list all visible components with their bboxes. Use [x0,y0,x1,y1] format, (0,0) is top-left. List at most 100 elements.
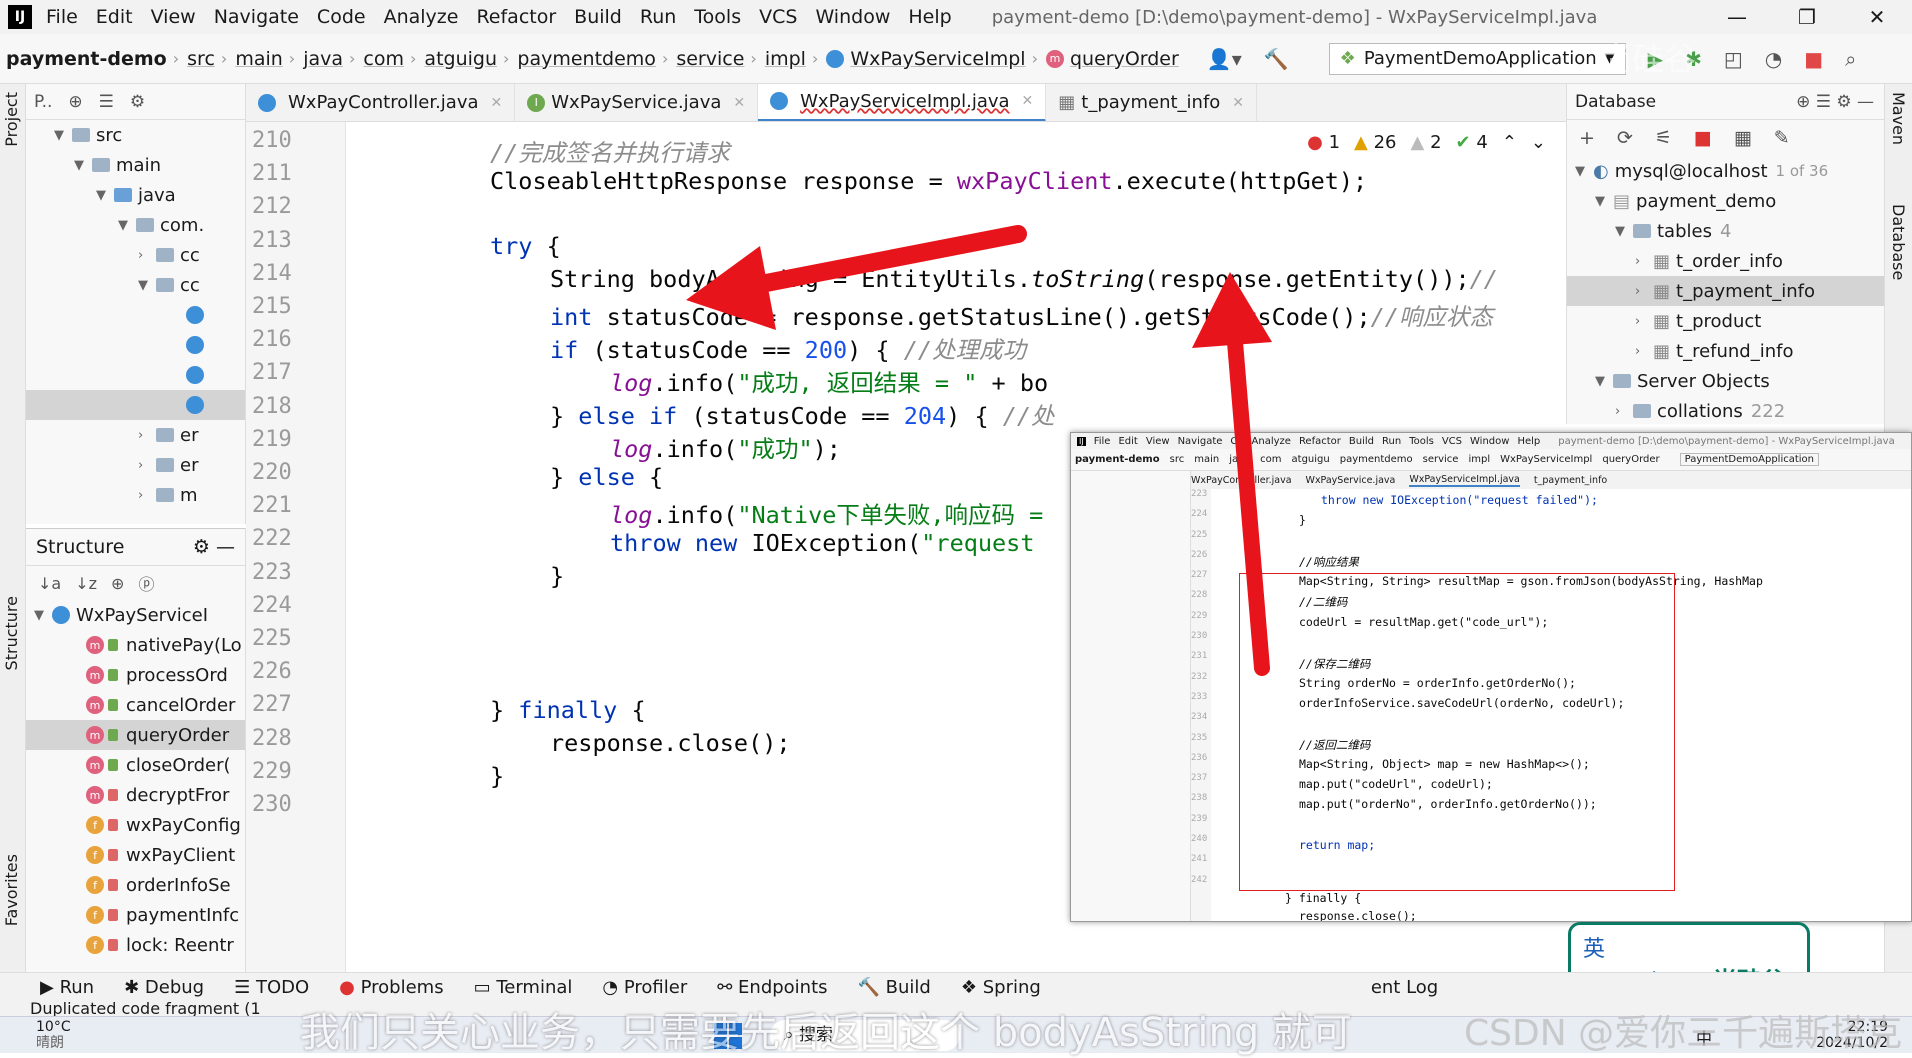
sort-alpha-icon[interactable]: ↓a [38,574,61,593]
problems-tool-button[interactable]: ● Problems [339,977,443,998]
minimize-icon[interactable]: — [1702,0,1772,34]
tree-item[interactable]: › cc [26,240,245,270]
show-inherited-icon[interactable]: ⊕ [111,574,124,593]
globe-icon[interactable]: ⊕ [68,92,82,112]
weather-widget[interactable]: 10°C 晴朗 [36,1019,71,1051]
favorites-tool-button[interactable]: Favorites [2,854,21,926]
build-tool-button[interactable]: 🔨 Build [858,977,931,998]
tab-wxpayservice[interactable]: I WxPayService.java ✕ [515,84,759,121]
breadcrumb-paymentdemo[interactable]: paymentdemo [517,48,656,70]
structure-root[interactable]: ▼ WxPayServiceI [26,600,245,630]
breadcrumb-src[interactable]: src [187,48,215,70]
tree-item[interactable]: › m [26,480,245,510]
terminal-tool-button[interactable]: ▭ Terminal [474,977,573,998]
db-server-objects[interactable]: ▼ Server Objects [1567,366,1884,396]
structure-item[interactable]: m decryptFror [26,780,245,810]
tab-wxpayserviceimpl[interactable]: WxPayServiceImpl.java ✕ [758,84,1047,121]
tree-item[interactable]: › er [26,450,245,480]
tree-item[interactable]: › er [26,420,245,450]
close-tab-icon[interactable]: ✕ [1022,93,1034,109]
show-properties-icon[interactable]: ⓟ [138,571,154,595]
chevron-up-icon[interactable]: ⌃ [1502,132,1517,153]
database-settings-icon[interactable]: ⊕ ☰ ⚙ — [1796,92,1874,112]
structure-item[interactable]: f lock: Reentr [26,930,245,960]
structure-item[interactable]: f wxPayConfig [26,810,245,840]
tab-wxpaycontroller[interactable]: WxPayController.java ✕ [246,84,516,121]
breadcrumb-atguigu[interactable]: atguigu [424,48,497,70]
close-icon[interactable]: ✕ [1842,0,1912,34]
tab-t-payment-info[interactable]: ▦ t_payment_info ✕ [1046,84,1258,121]
maven-tool-button[interactable]: Maven [1889,92,1908,145]
debug-tool-button[interactable]: ✱ Debug [124,977,204,998]
search-icon[interactable]: ⌕ [1845,47,1856,71]
project-view-select[interactable]: P.. [34,92,52,112]
breadcrumb-class[interactable]: WxPayServiceImpl [850,48,1025,70]
db-table-item-selected[interactable]: › ▦ t_payment_info [1567,276,1884,306]
breadcrumb-com[interactable]: com [363,48,404,70]
close-tab-icon[interactable]: ✕ [1232,95,1244,111]
structure-item[interactable]: m nativePay(Lo [26,630,245,660]
tree-item[interactable]: ▼ src [26,120,245,150]
database-tool-button[interactable]: Database [1889,204,1908,280]
menu-help[interactable]: Help [908,6,951,28]
menu-navigate[interactable]: Navigate [214,6,299,28]
tree-item[interactable]: ▼ java [26,180,245,210]
edit-icon[interactable]: ✎ [1774,127,1790,149]
structure-tool-button[interactable]: Structure [2,596,21,670]
tree-item[interactable] [26,360,245,390]
menu-view[interactable]: View [151,6,196,28]
endpoints-tool-button[interactable]: ⚯ Endpoints [717,977,827,998]
breadcrumb-project[interactable]: payment-demo [6,48,167,70]
user-icon[interactable]: 👤▾ [1207,47,1242,71]
schema-icon[interactable]: ⚟ [1655,127,1672,149]
db-table-item[interactable]: › ▦ t_refund_info [1567,336,1884,366]
sort-visibility-icon[interactable]: ↓z [75,574,97,593]
menu-run[interactable]: Run [640,6,676,28]
structure-item[interactable]: m cancelOrder [26,690,245,720]
close-tab-icon[interactable]: ✕ [733,95,745,111]
structure-settings-icon[interactable]: ⚙ — [193,536,235,558]
menu-build[interactable]: Build [574,6,622,28]
menu-vcs[interactable]: VCS [759,6,797,28]
tree-item[interactable]: ▼ com. [26,210,245,240]
tree-item-selected[interactable] [26,390,245,420]
table-view-icon[interactable]: ▦ [1734,127,1752,149]
breadcrumb-service[interactable]: service [676,48,744,70]
chevron-down-icon[interactable]: ⌄ [1531,132,1546,153]
restore-icon[interactable]: ❐ [1772,0,1842,34]
event-log-tool-button[interactable]: ent Log [1371,977,1438,998]
db-host[interactable]: ▼ ◐ mysql@localhost 1 of 36 [1567,156,1884,186]
settings-icon[interactable]: ⚙ [130,92,145,112]
menu-refactor[interactable]: Refactor [476,6,556,28]
breadcrumb-impl[interactable]: impl [765,48,806,70]
structure-item[interactable]: m closeOrder( [26,750,245,780]
tree-item[interactable]: ▼ main [26,150,245,180]
refresh-icon[interactable]: ⟳ [1617,127,1633,149]
close-tab-icon[interactable]: ✕ [491,95,503,111]
structure-item[interactable]: f paymentInfc [26,900,245,930]
project-tool-button[interactable]: Project [2,92,21,147]
run-configuration-select[interactable]: ❖ PaymentDemoApplication ▼ [1328,42,1626,75]
menu-file[interactable]: File [46,6,78,28]
db-table-item[interactable]: › ▦ t_product [1567,306,1884,336]
breadcrumb-method[interactable]: queryOrder [1070,48,1179,70]
menu-edit[interactable]: Edit [96,6,133,28]
stop-icon[interactable]: ■ [1694,127,1712,149]
structure-item-selected[interactable]: m queryOrder [26,720,245,750]
stop-icon[interactable]: ■ [1804,47,1823,71]
inspection-widget[interactable]: ● 1 ▲ 26 ▲ 2 ✔ 4 ⌃ ⌄ [1307,132,1546,153]
spring-tool-button[interactable]: ❖ Spring [961,977,1041,998]
db-collations[interactable]: › collations 222 [1567,396,1884,424]
breadcrumb-java[interactable]: java [303,48,343,70]
todo-tool-button[interactable]: ☰ TODO [234,977,309,998]
db-schema[interactable]: ▼ ▤ payment_demo [1567,186,1884,216]
structure-item[interactable]: f wxPayClient [26,840,245,870]
structure-item[interactable]: f orderInfoSe [26,870,245,900]
menu-tools[interactable]: Tools [694,6,741,28]
hammer-icon[interactable]: 🔨 [1264,47,1289,71]
coverage-icon[interactable]: ◰ [1724,47,1743,71]
breadcrumb-main[interactable]: main [235,48,282,70]
tree-item[interactable] [26,330,245,360]
db-tables[interactable]: ▼ tables 4 [1567,216,1884,246]
tree-item[interactable]: ▼ cc [26,270,245,300]
